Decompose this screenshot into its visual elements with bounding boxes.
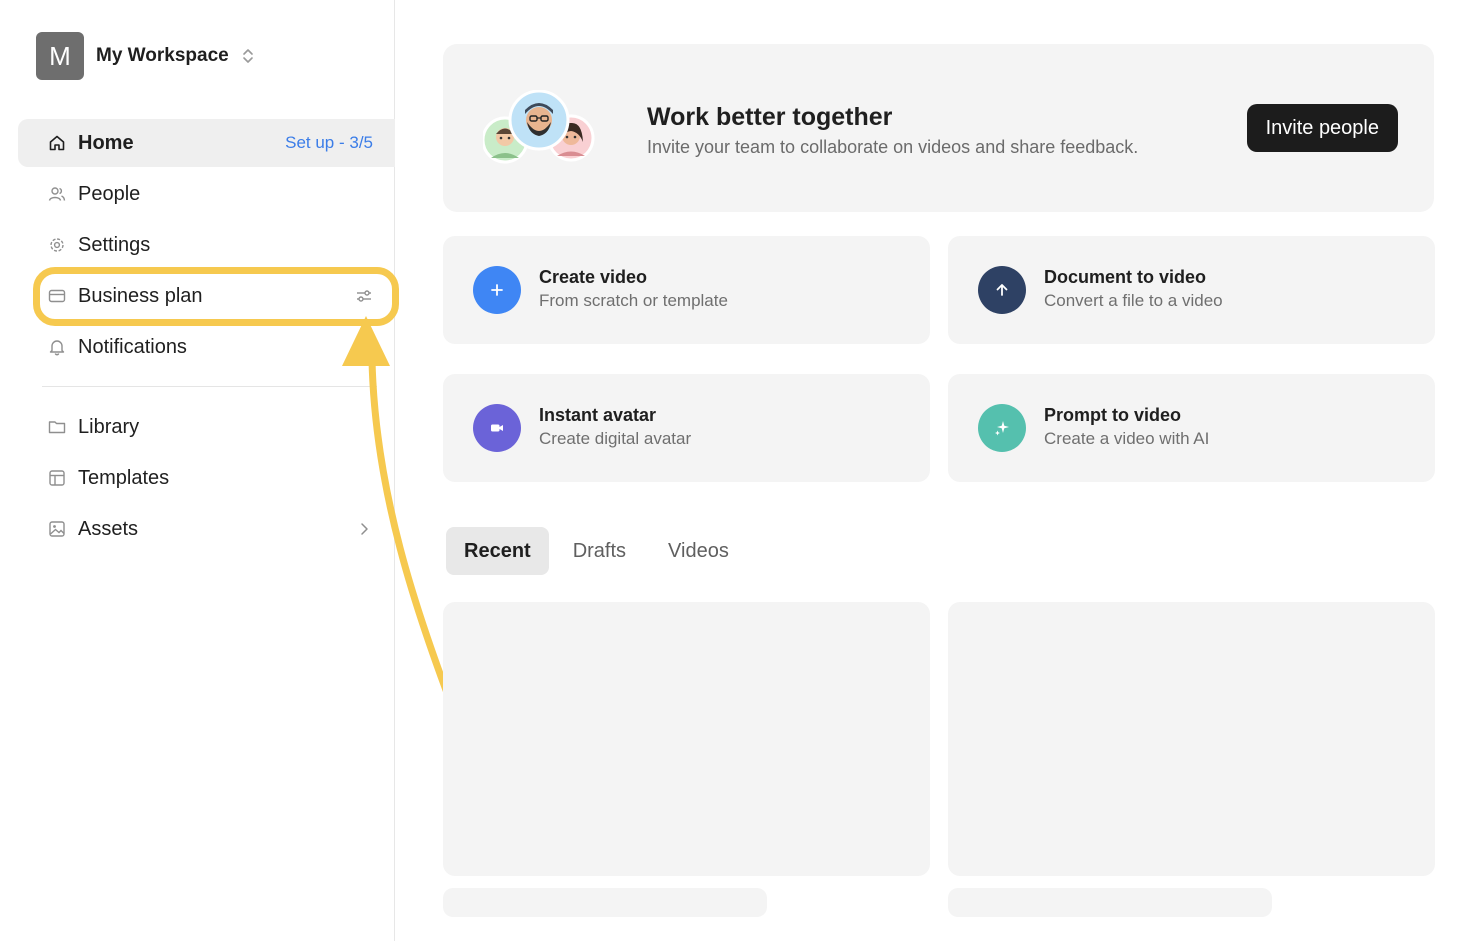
invite-people-button[interactable]: Invite people (1246, 104, 1398, 152)
sidebar-item-home[interactable]: Home Set up - 3/5 (18, 119, 395, 167)
sidebar-item-notifications[interactable]: Notifications (18, 323, 395, 371)
video-camera-icon (473, 404, 521, 452)
template-icon (48, 469, 66, 487)
action-subtitle: Convert a file to a video (1044, 291, 1223, 310)
action-title: Instant avatar (539, 405, 657, 425)
video-thumbnail-placeholder (443, 602, 930, 876)
plus-icon (473, 266, 521, 314)
action-title: Prompt to video (1044, 405, 1182, 425)
document-to-video-card[interactable]: Document to video Convert a file to a vi… (948, 236, 1435, 344)
workspace-name: My Workspace (96, 45, 229, 66)
prompt-to-video-card[interactable]: Prompt to video Create a video with AI (948, 374, 1435, 482)
content-tabs: Recent Drafts Videos (446, 527, 753, 575)
sidebar-item-business-plan[interactable]: Business plan (18, 272, 395, 320)
instant-avatar-card[interactable]: Instant avatar Create digital avatar (443, 374, 930, 482)
action-subtitle: From scratch or template (539, 291, 728, 310)
banner-subtitle: Invite your team to collaborate on video… (647, 137, 1139, 157)
primary-nav: Home Set up - 3/5 People Settings Busine… (18, 119, 395, 374)
action-title: Document to video (1044, 267, 1207, 287)
sidebar-item-label: Home (78, 131, 134, 154)
sidebar-item-label: Notifications (78, 335, 187, 358)
people-icon (48, 185, 66, 203)
sidebar-item-templates[interactable]: Templates (18, 454, 395, 502)
gear-icon (48, 236, 66, 254)
video-title-placeholder (443, 888, 767, 917)
workspace-avatar: M (36, 32, 84, 80)
tab-drafts[interactable]: Drafts (555, 527, 644, 575)
sliders-icon[interactable] (355, 287, 373, 305)
sidebar-item-people[interactable]: People (18, 170, 395, 218)
sidebar-item-label: Library (78, 415, 140, 438)
chevron-up-down-icon (242, 49, 253, 63)
sparkle-icon (978, 404, 1026, 452)
credit-card-icon (48, 287, 66, 305)
sidebar-item-label: Settings (78, 233, 151, 256)
workspace-switcher[interactable]: M My Workspace (36, 32, 255, 80)
video-title-placeholder (948, 888, 1272, 917)
banner-title: Work better together (647, 103, 893, 131)
secondary-nav: Library Templates Assets (18, 403, 395, 556)
collaboration-banner: Work better together Invite your team to… (443, 44, 1434, 212)
chevron-right-icon[interactable] (355, 520, 373, 538)
sidebar-item-library[interactable]: Library (18, 403, 395, 451)
create-video-card[interactable]: Create video From scratch or template (443, 236, 930, 344)
folder-icon (48, 418, 66, 436)
video-thumbnail-placeholder (948, 602, 1435, 876)
home-icon (48, 134, 66, 152)
bell-icon (48, 338, 66, 356)
action-subtitle: Create digital avatar (539, 429, 692, 448)
arrow-up-icon (978, 266, 1026, 314)
setup-progress-link[interactable]: Set up - 3/5 (285, 133, 373, 153)
image-icon (48, 520, 66, 538)
sidebar-divider (42, 386, 377, 387)
sidebar-item-assets[interactable]: Assets (18, 505, 395, 553)
sidebar-item-settings[interactable]: Settings (18, 221, 395, 269)
sidebar-item-label: Templates (78, 466, 170, 489)
action-title: Create video (539, 267, 648, 287)
action-subtitle: Create a video with AI (1044, 429, 1210, 448)
sidebar-item-label: People (78, 182, 141, 205)
sidebar-item-label: Assets (78, 517, 139, 540)
sidebar-item-label: Business plan (78, 284, 203, 307)
team-avatars (483, 90, 595, 164)
sidebar: M My Workspace Home Set up - 3/5 People … (0, 0, 395, 941)
tab-recent[interactable]: Recent (446, 527, 549, 575)
tab-videos[interactable]: Videos (650, 527, 747, 575)
